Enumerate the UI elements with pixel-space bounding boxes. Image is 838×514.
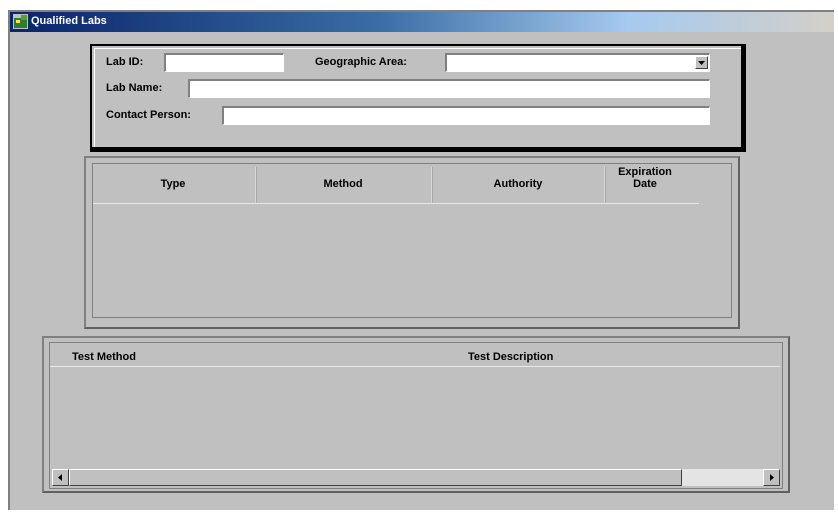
column-header-authority[interactable]: Authority	[434, 178, 602, 190]
contact-person-input[interactable]	[222, 106, 710, 125]
tests-frame: Test Method Test Description	[42, 336, 790, 493]
lab-id-label: Lab ID:	[106, 56, 144, 68]
column-header-test-description[interactable]: Test Description	[468, 351, 553, 363]
column-header-test-method[interactable]: Test Method	[72, 351, 136, 363]
title-bar: Qualified Labs	[10, 12, 834, 32]
column-header-expiration-date[interactable]: Expiration Date	[607, 166, 683, 190]
arrow-right-icon	[770, 474, 774, 481]
horizontal-scrollbar[interactable]	[52, 469, 780, 486]
lab-name-input[interactable]	[188, 79, 710, 98]
column-header-type[interactable]: Type	[93, 178, 253, 190]
geographic-area-select[interactable]	[445, 53, 710, 72]
app-window-icon	[13, 14, 28, 29]
qualified-labs-window: Qualified Labs Lab ID: Geographic Area: …	[8, 10, 834, 510]
window-title: Qualified Labs	[31, 15, 107, 27]
scroll-right-button[interactable]	[763, 469, 780, 486]
scroll-left-button[interactable]	[52, 469, 69, 486]
contact-person-label: Contact Person:	[106, 109, 191, 121]
chevron-down-icon	[698, 61, 705, 65]
qualifications-grid[interactable]: Type Method Authority Expiration Date	[92, 163, 732, 318]
arrow-left-icon	[58, 474, 62, 481]
lab-name-label: Lab Name:	[106, 82, 163, 94]
column-header-method[interactable]: Method	[258, 178, 428, 190]
tests-grid[interactable]: Test Method Test Description	[49, 342, 783, 489]
lab-id-input[interactable]	[164, 53, 284, 72]
lab-details-frame: Lab ID: Geographic Area: Lab Name: Conta…	[90, 44, 746, 152]
scroll-thumb[interactable]	[69, 469, 682, 486]
geographic-area-label: Geographic Area:	[315, 56, 407, 68]
qualifications-frame: Type Method Authority Expiration Date	[84, 156, 740, 329]
geographic-area-dropdown-button[interactable]	[695, 56, 708, 69]
